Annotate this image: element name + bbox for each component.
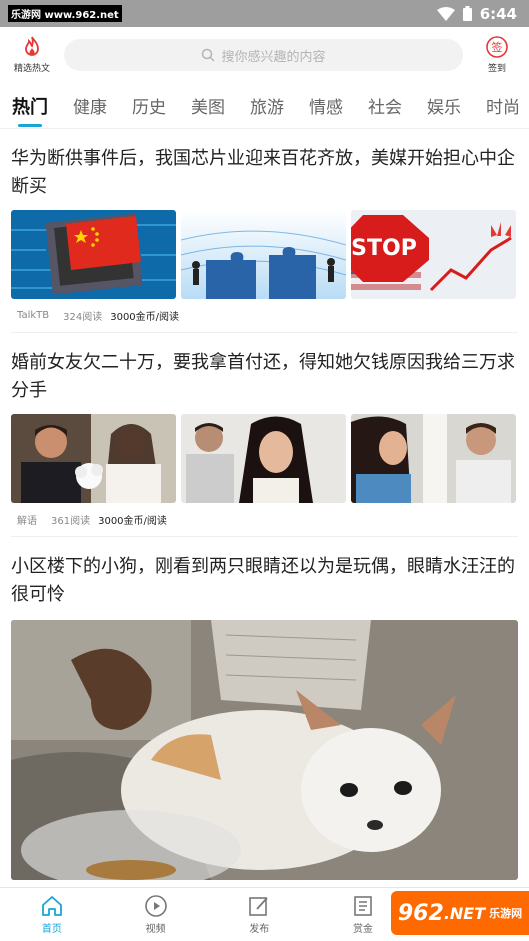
- chip-flag-image: [11, 210, 176, 299]
- nav-bounty-label: 赏金: [353, 924, 374, 935]
- watermark: 乐游网 www.962.net: [8, 5, 122, 22]
- nav-video[interactable]: 视频: [104, 888, 208, 941]
- featured-articles-label: 精选热文: [13, 64, 50, 74]
- couple-door-image: [351, 414, 516, 503]
- battery-icon: [462, 6, 472, 21]
- article-card[interactable]: 华为断供事件后，我国芯片业迎来百花齐放，美媒开始担心中企断买 STOP Talk…: [0, 129, 529, 333]
- tab-fashion[interactable]: 时尚: [486, 93, 520, 118]
- edit-icon: [249, 897, 268, 916]
- check-in-icon: 签: [486, 36, 508, 58]
- puppy-image: [11, 620, 518, 880]
- tab-entertainment[interactable]: 娱乐: [427, 93, 461, 118]
- article-reads: 324阅读: [63, 312, 103, 323]
- nav-publish-label: 发布: [249, 924, 270, 935]
- couple-wedding-image: [11, 414, 176, 503]
- status-bar: 乐游网 www.962.net 6:44: [0, 0, 529, 27]
- search-input[interactable]: 搜你感兴趣的内容: [64, 39, 463, 71]
- brand-logo-suffix: .NET: [443, 903, 486, 923]
- tab-emotion[interactable]: 情感: [309, 93, 343, 118]
- nav-publish[interactable]: 发布: [207, 888, 311, 941]
- tab-travel[interactable]: 旅游: [250, 93, 284, 118]
- article-source: TalkTB: [17, 310, 50, 321]
- article-title[interactable]: 小区楼下的小狗，刚看到两只眼睛还以为是玩偶，眼睛水汪汪的很可怜: [11, 537, 518, 609]
- clock: 6:44: [479, 4, 517, 23]
- wifi-icon: [436, 6, 455, 21]
- tab-photos[interactable]: 美图: [191, 93, 225, 118]
- brand-logo-sub: 乐游网: [489, 907, 523, 920]
- article-thumbnails: STOP: [11, 210, 518, 299]
- article-card[interactable]: 小区楼下的小狗，刚看到两只眼睛还以为是玩偶，眼睛水汪汪的很可怜: [0, 537, 529, 880]
- article-reward: 3000金币/阅读: [98, 516, 167, 527]
- search-placeholder: 搜你感兴趣的内容: [221, 49, 326, 65]
- fire-icon: [25, 36, 39, 56]
- tab-history[interactable]: 历史: [132, 93, 166, 118]
- list-icon: [354, 896, 372, 916]
- article-meta: TalkTB 324阅读 3000金币/阅读: [11, 299, 518, 333]
- tab-hot[interactable]: 热门: [12, 93, 48, 127]
- article-card[interactable]: 婚前女友欠二十万，要我拿首付还，得知她欠钱原因我给三万求分手 解语 361阅读 …: [0, 333, 529, 537]
- article-reward: 3000金币/阅读: [110, 312, 180, 323]
- puzzle-pieces-image: [181, 210, 346, 299]
- check-in-button[interactable]: 签 签到: [475, 36, 519, 74]
- app-screen: 乐游网 www.962.net 6:44 精选热文 搜你感兴趣的内容 签 签到: [0, 0, 529, 941]
- nav-video-label: 视频: [145, 924, 166, 935]
- article-reads: 361阅读: [51, 516, 91, 527]
- brand-logo: 962 .NET 乐游网: [391, 891, 529, 935]
- category-tabs: 热门 健康 历史 美图 旅游 情感 社会 娱乐 时尚: [0, 83, 529, 129]
- search-icon: [202, 48, 216, 62]
- play-icon: [144, 895, 167, 917]
- app-header: 精选热文 搜你感兴趣的内容 签 签到: [0, 27, 529, 83]
- check-in-label: 签到: [487, 64, 506, 74]
- nav-home-label: 首页: [41, 924, 62, 935]
- svg-text:STOP: STOP: [351, 236, 417, 261]
- tab-health[interactable]: 健康: [73, 93, 107, 118]
- stop-sign-huawei-image: STOP: [351, 210, 516, 299]
- check-in-badge-text: 签: [492, 40, 503, 54]
- couple-argument-image: [181, 414, 346, 503]
- article-title[interactable]: 华为断供事件后，我国芯片业迎来百花齐放，美媒开始担心中企断买: [11, 129, 518, 201]
- tab-society[interactable]: 社会: [368, 93, 402, 118]
- article-source: 解语: [17, 516, 37, 527]
- article-title[interactable]: 婚前女友欠二十万，要我拿首付还，得知她欠钱原因我给三万求分手: [11, 333, 518, 405]
- article-thumbnails: [11, 414, 518, 503]
- brand-logo-number: 962: [397, 900, 444, 926]
- home-icon: [41, 896, 62, 916]
- nav-home[interactable]: 首页: [0, 888, 104, 941]
- article-meta: 解语 361阅读 3000金币/阅读: [11, 503, 518, 537]
- featured-articles-button[interactable]: 精选热文: [10, 36, 54, 74]
